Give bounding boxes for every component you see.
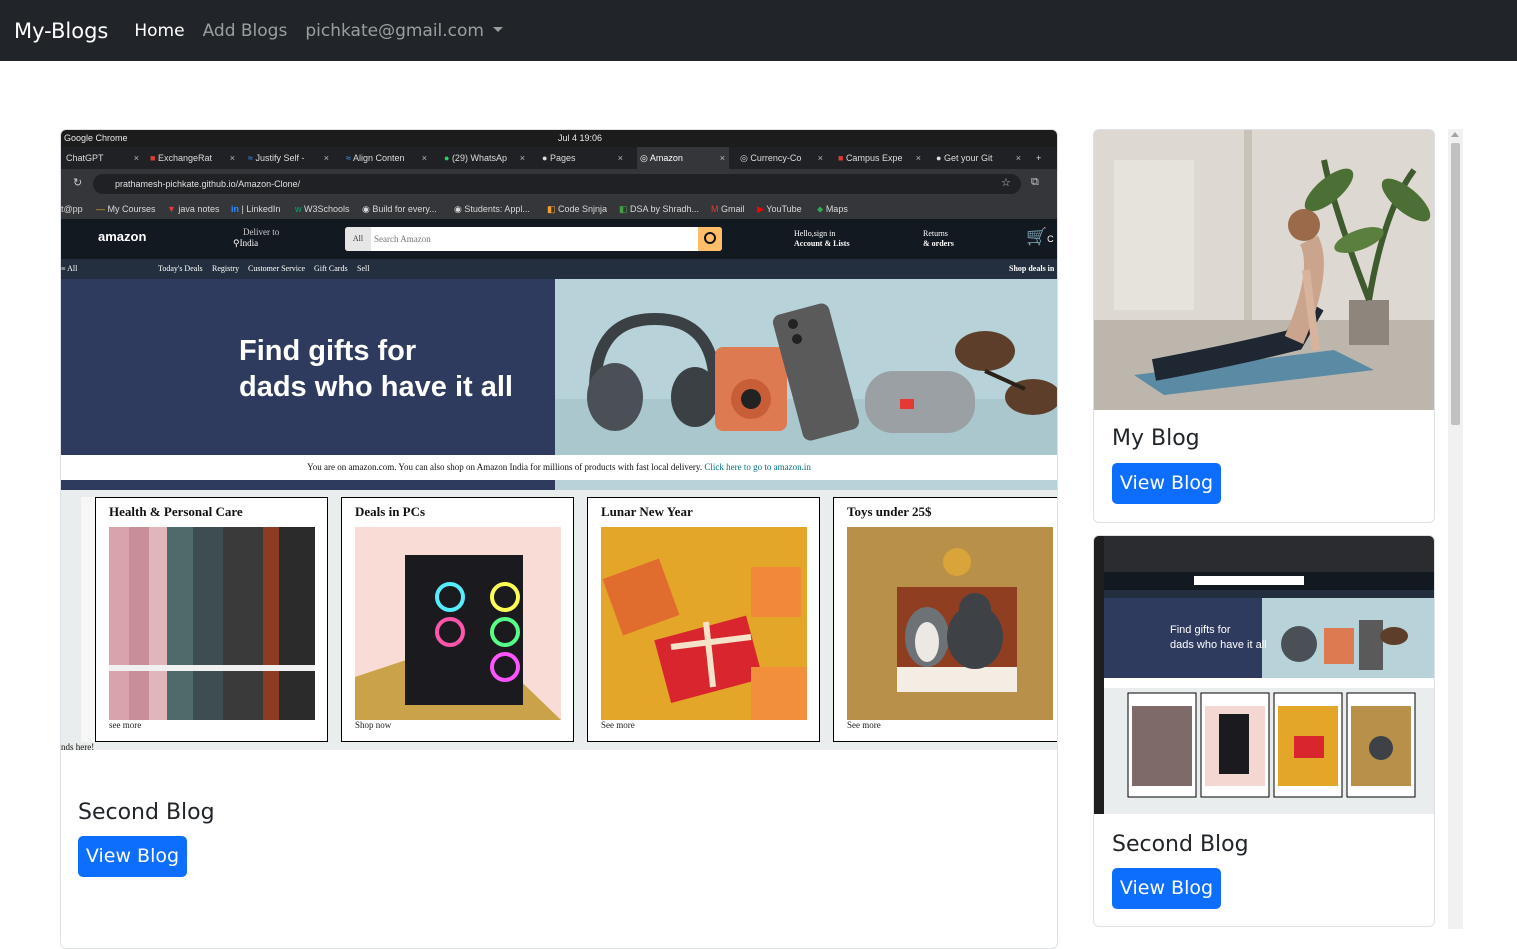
amazon-header: amazon Deliver to ⚲India All Search Amaz… xyxy=(61,219,1057,259)
amazon-notice: You are on amazon.com. You can also shop… xyxy=(61,455,1057,480)
os-app-name: Google Chrome xyxy=(64,133,128,143)
reload-icon: ↻ xyxy=(73,177,83,189)
amazon-search: All Search Amazon xyxy=(345,227,722,251)
amazon-hero-banner: Find gifts for dads who have it all xyxy=(61,279,1057,455)
browser-tab: ChatGPT × xyxy=(66,153,139,163)
product-box: Lunar New Year See more xyxy=(587,497,820,742)
yoga-image xyxy=(1094,130,1434,410)
user-email: pichkate@gmail.com xyxy=(305,20,484,41)
scroll-thumb[interactable] xyxy=(1451,143,1460,425)
new-tab-icon: + xyxy=(1036,153,1042,163)
browser-tab: ≈ Align Conten × xyxy=(346,153,427,163)
os-clock: Jul 4 19:06 xyxy=(558,133,603,143)
bookmark: ⬥ Maps xyxy=(817,204,848,214)
bookmark: — My Courses xyxy=(96,204,156,214)
view-blog-button[interactable]: View Blog xyxy=(78,836,187,877)
gadgets-image xyxy=(555,279,1057,455)
chevron-down-icon xyxy=(493,26,503,32)
amazon-orders: Returns & orders xyxy=(923,229,954,248)
amazon-subnav: ≡ All Today's Deals Registry Customer Se… xyxy=(61,259,1057,279)
cart-icon: 🛒C xyxy=(1026,227,1054,246)
view-blog-button[interactable]: View Blog xyxy=(1112,463,1221,504)
browser-tab: ● Get your Git × xyxy=(936,153,1021,163)
browser-tab: ■ Campus Expe × xyxy=(838,153,921,163)
location-pin-icon: ⚲ xyxy=(233,238,240,248)
plush-toys-image xyxy=(847,527,1053,720)
main-blog-card: Google Chrome Jul 4 19:06 ChatGPT × ■ Exc… xyxy=(60,129,1058,949)
bookmark: w W3Schools xyxy=(295,204,350,214)
browser-tab: ● Pages × xyxy=(542,153,623,163)
amazon-account: Hello,sign in Account & Lists xyxy=(794,229,850,248)
brand-logo[interactable]: My-Blogs xyxy=(14,19,108,43)
side-blog-card: My Blog View Blog xyxy=(1093,129,1435,523)
amazon-logo: amazon xyxy=(98,229,147,244)
side-blog-title: My Blog xyxy=(1112,426,1200,451)
bookmark: ◧ DSA by Shradh... xyxy=(619,204,700,214)
bookmark: ◉ Students: Appl... xyxy=(454,204,530,214)
amazon-product-row: Health & Personal Care see more Deals in… xyxy=(61,490,1057,750)
bookmark: ◧ Code Snjnja xyxy=(547,204,608,214)
product-box: Deals in PCs Shop now xyxy=(341,497,574,742)
nav-home-link[interactable]: Home xyxy=(134,21,184,41)
blog-cover-image: Google Chrome Jul 4 19:06 ChatGPT × ■ Exc… xyxy=(61,130,1057,755)
bookmark: ◉ Build for every... xyxy=(362,204,437,214)
scrollbar[interactable] xyxy=(1448,129,1463,929)
browser-tab: ■ ExchangeRat × xyxy=(150,153,235,163)
bookmarks-bar: t@pp — My Courses ▼ java notes in | Link… xyxy=(61,199,1057,219)
amazon-screenshot-thumbnail: Find gifts for dads who have it all xyxy=(1094,536,1434,814)
top-navbar: My-Blogs Home Add Blogs pichkate@gmail.c… xyxy=(0,0,1517,61)
bookmark: in | LinkedIn xyxy=(231,204,281,214)
gaming-pc-image xyxy=(355,527,561,720)
scroll-up-icon[interactable] xyxy=(1451,132,1459,137)
browser-tab-strip: ChatGPT × ■ ExchangeRat × ≈ Justify Self -… xyxy=(61,147,1057,169)
bookmark: ▼ java notes xyxy=(167,204,220,214)
browser-address-bar: ↻ prathamesh-pichkate.github.io/Amazon-C… xyxy=(61,169,1057,199)
footer-fragment: nds here! xyxy=(61,742,95,752)
bookmark: ▶ YouTube xyxy=(757,204,802,214)
url-field: prathamesh-pichkate.github.io/Amazon-Clo… xyxy=(93,174,1021,194)
search-icon xyxy=(698,227,722,251)
browser-tab-active: ◎ Amazon × xyxy=(637,147,729,169)
bookmark: M Gmail xyxy=(711,204,745,214)
side-blog-card: Find gifts for dads who have it all Seco… xyxy=(1093,535,1435,927)
side-blog-title: Second Blog xyxy=(1112,832,1249,857)
browser-tab: ◎ Currency-Co × xyxy=(740,153,823,163)
main-blog-title: Second Blog xyxy=(78,800,215,825)
browser-tab: ≈ Justify Self - × xyxy=(248,153,329,163)
nav-add-blogs-link[interactable]: Add Blogs xyxy=(203,21,288,41)
thumbnail-hero-text: Find gifts for dads who have it all xyxy=(1170,624,1267,651)
gift-box-image xyxy=(601,527,807,720)
os-top-bar: Google Chrome Jul 4 19:06 xyxy=(61,130,1057,147)
user-dropdown[interactable]: pichkate@gmail.com xyxy=(305,21,503,41)
product-box: Health & Personal Care see more xyxy=(95,497,328,742)
star-icon: ☆ xyxy=(1001,177,1011,189)
view-blog-button[interactable]: View Blog xyxy=(1112,868,1221,909)
towels-image xyxy=(109,527,315,720)
extension-icon: ⧉ xyxy=(1031,176,1039,188)
browser-tab: ● (29) WhatsAp × xyxy=(444,153,525,163)
product-box: Toys under 25$ See more xyxy=(833,497,1057,742)
hero-headline: Find gifts for dads who have it all xyxy=(239,335,513,403)
deliver-to: Deliver to ⚲India xyxy=(233,227,280,248)
